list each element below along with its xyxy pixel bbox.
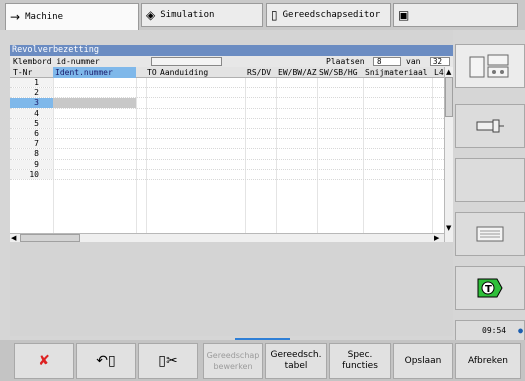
col-l4[interactable]: L4 <box>434 67 444 78</box>
col-ident[interactable]: Ident.nummer <box>53 67 136 78</box>
tool-holder-button[interactable] <box>455 104 525 148</box>
col-aanduiding[interactable]: Aanduiding <box>160 67 208 78</box>
special-functions-button[interactable]: Spec. functies <box>329 343 391 379</box>
row-number: 10 <box>10 169 53 179</box>
tab-simulation-label: Simulation <box>160 10 215 20</box>
col-sw[interactable]: SW/SB/HG <box>319 67 358 78</box>
side-empty-button-1[interactable] <box>455 158 525 202</box>
tool-holder-icon <box>476 119 504 133</box>
simulation-icon: ◈ <box>146 8 156 22</box>
scroll-up-icon[interactable]: ▲ <box>446 68 451 76</box>
table-body: 1 2 3 4 5 6 7 8 9 10 <box>10 78 444 180</box>
table-row[interactable]: 1 <box>10 78 444 89</box>
row-number: 8 <box>10 149 53 159</box>
row-number: 1 <box>10 78 53 88</box>
scroll-down-icon[interactable]: ▼ <box>446 224 451 232</box>
tool-list-button[interactable] <box>455 212 525 256</box>
save-button[interactable]: Opslaan <box>393 343 453 379</box>
delete-tool-button[interactable]: ✘ <box>14 343 74 379</box>
tool-list-icon <box>476 226 504 242</box>
table-row[interactable]: 8 <box>10 149 444 160</box>
tool-T-icon: T <box>477 278 503 298</box>
cut-tool-icon: ▯✂ <box>158 352 178 369</box>
row-number: 3 <box>10 98 53 108</box>
col-snijmateriaal[interactable]: Snijmateriaal <box>365 67 428 78</box>
tool-table-button[interactable]: Gereedsch. tabel <box>265 343 327 379</box>
turret-table[interactable]: T-Nr Ident.nummer TO Aanduiding RS/DV EW… <box>10 67 453 242</box>
clipboard-field[interactable] <box>151 57 222 66</box>
table-row[interactable]: 2 <box>10 88 444 99</box>
places-field[interactable]: 8 <box>373 57 401 66</box>
row-number: 6 <box>10 128 53 139</box>
vertical-scrollbar[interactable]: ▲ ▼ <box>444 67 453 242</box>
row-number: 7 <box>10 139 53 149</box>
cut-tool-button[interactable]: ▯✂ <box>138 343 198 379</box>
tab-bar: → Machine ◈ Simulation ▯ Gereedschapsedi… <box>0 0 525 30</box>
col-to[interactable]: TO <box>147 67 157 78</box>
tool-editor-icon: ▯ <box>271 8 278 22</box>
table-row[interactable]: 10 <box>10 169 444 180</box>
turret-view-button[interactable] <box>455 44 525 88</box>
load-tool-icon: ↶▯ <box>96 352 116 369</box>
bottom-softkeys: ✘ ↶▯ ▯✂ Gereedschap bewerken Gereedsch. … <box>0 340 525 381</box>
clock: 09:54 ● <box>455 325 525 337</box>
tab-simulation[interactable]: ◈ Simulation <box>141 3 263 27</box>
places-label: Plaatsen <box>326 57 365 66</box>
edit-tool-button: Gereedschap bewerken <box>203 343 263 379</box>
col-rs-dv[interactable]: RS/DV <box>247 67 271 78</box>
table-row[interactable]: 7 <box>10 139 444 150</box>
arrow-right-icon: → <box>10 10 21 24</box>
clipboard-label: Klembord id-nummer <box>13 57 100 66</box>
horizontal-scroll-thumb[interactable] <box>20 234 80 242</box>
tab-machine[interactable]: → Machine <box>5 3 139 30</box>
table-row-selected[interactable]: 3 <box>10 98 444 109</box>
work-area: Revolverbezetting Klembord id-nummer Pla… <box>10 30 453 336</box>
side-softkeys: T <box>455 30 525 348</box>
table-row[interactable]: 4 <box>10 108 444 119</box>
row-number: 2 <box>10 88 53 98</box>
turret-view-icon <box>469 54 509 78</box>
scroll-left-icon[interactable]: ◀ <box>11 234 16 242</box>
horizontal-scrollbar[interactable]: ◀ ▶ <box>10 233 444 242</box>
panel-title: Revolverbezetting <box>10 45 453 56</box>
status-icon: ● <box>518 326 523 335</box>
selected-ident-cell[interactable] <box>53 98 136 108</box>
tool-t-button[interactable]: T <box>455 266 525 310</box>
vertical-scroll-thumb[interactable] <box>445 77 453 117</box>
tab-machine-label: Machine <box>25 12 63 22</box>
tab-tool-editor[interactable]: ▯ Gereedschapseditor <box>266 3 391 27</box>
delete-tool-icon: ✘ <box>38 352 50 369</box>
row-number: 5 <box>10 118 53 128</box>
window-icon: ▣ <box>398 8 410 22</box>
tab-tool-editor-label: Gereedschapseditor <box>282 10 381 20</box>
table-row[interactable]: 6 <box>10 128 444 140</box>
clipboard-row: Klembord id-nummer Plaatsen 8 van 32 <box>10 56 453 67</box>
row-number: 9 <box>10 159 53 169</box>
col-ew[interactable]: EW/BW/AZ <box>278 67 317 78</box>
scroll-right-icon[interactable]: ▶ <box>434 234 439 242</box>
svg-text:T: T <box>485 284 492 295</box>
tab-extra[interactable]: ▣ <box>393 3 518 27</box>
clock-time: 09:54 <box>482 326 507 335</box>
of-label: van <box>406 57 421 66</box>
table-row[interactable]: 9 <box>10 159 444 170</box>
col-t-nr[interactable]: T-Nr <box>13 67 32 78</box>
table-row[interactable]: 5 <box>10 118 444 129</box>
cancel-button[interactable]: Afbreken <box>455 343 521 379</box>
load-tool-button[interactable]: ↶▯ <box>76 343 136 379</box>
of-field: 32 <box>430 57 450 66</box>
row-number: 4 <box>10 108 53 118</box>
table-header: T-Nr Ident.nummer TO Aanduiding RS/DV EW… <box>10 67 444 78</box>
